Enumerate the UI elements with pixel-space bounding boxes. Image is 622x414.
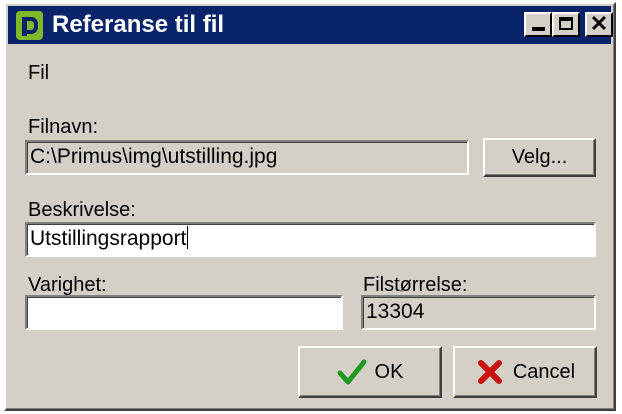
cancel-button[interactable]: Cancel bbox=[453, 346, 597, 398]
title-bar[interactable]: Referanse til fil ✕ bbox=[8, 6, 613, 44]
menu-file[interactable]: Fil bbox=[28, 62, 49, 84]
cross-icon bbox=[477, 360, 502, 384]
menu-bar: Fil bbox=[28, 62, 49, 85]
filename-label: Filnavn: bbox=[28, 116, 99, 138]
ok-button-label: OK bbox=[374, 360, 404, 383]
maximize-button[interactable] bbox=[552, 12, 580, 37]
description-label: Beskrivelse: bbox=[28, 199, 136, 221]
text-caret bbox=[187, 226, 189, 249]
duration-input[interactable] bbox=[25, 295, 343, 330]
filename-field: C:\Primus\img\utstilling.jpg bbox=[25, 140, 469, 175]
choose-file-button[interactable]: Velg... bbox=[483, 138, 596, 177]
cancel-button-label: Cancel bbox=[512, 360, 576, 383]
choose-file-button-label: Velg... bbox=[511, 146, 568, 168]
primus-logo-icon bbox=[16, 11, 43, 40]
minimize-icon bbox=[532, 27, 545, 31]
filesize-label: Filstørrelse: bbox=[363, 274, 468, 296]
minimize-button[interactable] bbox=[524, 12, 552, 37]
filesize-field: 13304 bbox=[361, 295, 596, 330]
close-icon: ✕ bbox=[589, 11, 609, 36]
dialog-window: Referanse til fil ✕ Fil Filnavn: C:\Prim… bbox=[4, 2, 616, 411]
description-input[interactable]: Utstillingsrapport bbox=[25, 222, 596, 257]
maximize-icon bbox=[559, 17, 573, 30]
checkmark-icon bbox=[337, 359, 367, 385]
window-title: Referanse til fil bbox=[52, 11, 225, 38]
duration-label: Varighet: bbox=[28, 274, 107, 296]
ok-button[interactable]: OK bbox=[298, 346, 442, 398]
description-input-value: Utstillingsrapport bbox=[30, 227, 187, 250]
close-button[interactable]: ✕ bbox=[585, 12, 613, 37]
